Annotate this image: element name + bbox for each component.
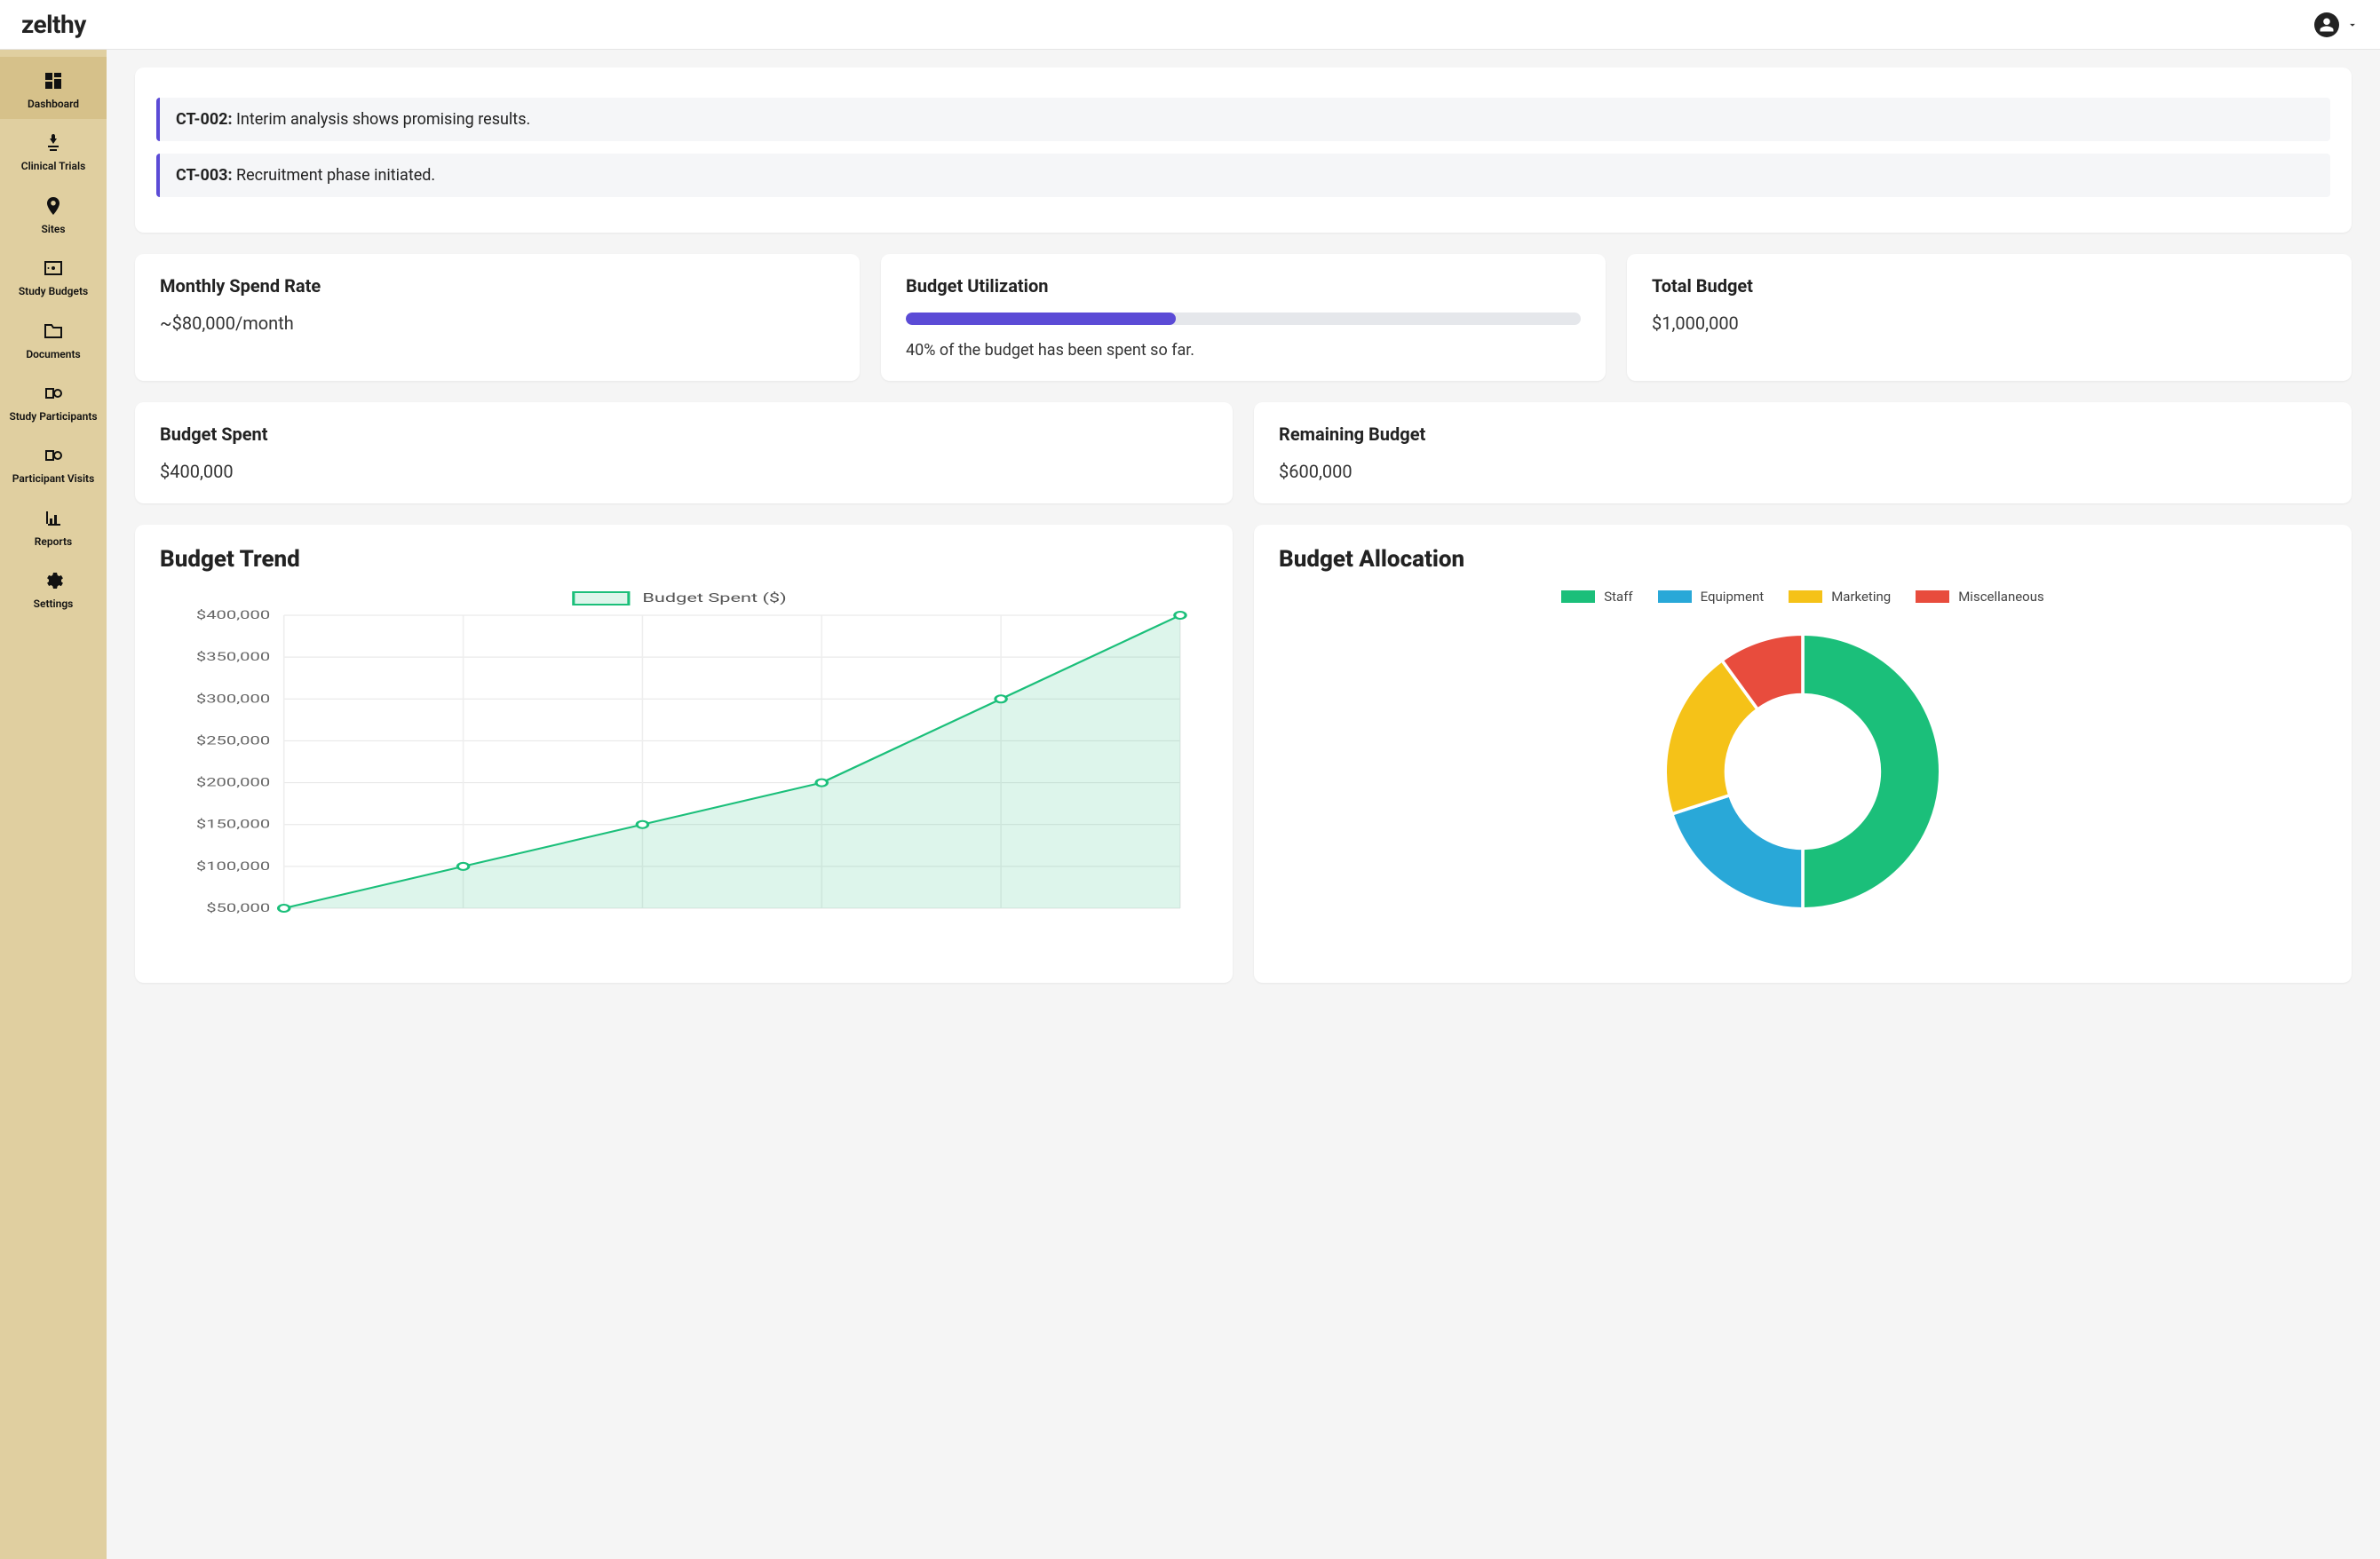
folder-icon [42,320,65,343]
alert-id: CT-003: [176,166,233,185]
card-budget-trend: Budget Trend $50,000 $100,000 $150,000 $200… [135,525,1233,983]
main-content: CT-002: Interim analysis shows promising… [107,0,2380,1033]
sidebar-item-label: Reports [35,535,72,548]
card-budget-utilization: Budget Utilization 40% of the budget has… [881,254,1606,381]
legend-item: Equipment [1658,589,1765,605]
svg-text:$350,000: $350,000 [196,651,270,664]
sidebar-item-label: Clinical Trials [21,160,86,172]
card-title: Budget Spent [160,423,1208,445]
alert-row: CT-003: Recruitment phase initiated. [156,154,2330,197]
sidebar-item-label: Study Budgets [19,285,88,297]
card-total-budget: Total Budget $1,000,000 [1627,254,2352,381]
sidebar-item-settings[interactable]: Settings [0,557,107,619]
chart-title: Budget Trend [160,546,1208,573]
donut-chart: Staff Equipment Marketing Miscellaneous [1279,589,2327,962]
card-budget-allocation: Budget Allocation Staff Equipment Marketin… [1254,525,2352,983]
alert-id: CT-002: [176,110,233,129]
sidebar-item-label: Settings [34,597,74,610]
sidebar: Dashboard Clinical Trials Sites Study Budge… [0,50,107,1559]
charts-row: Budget Trend $50,000 $100,000 $150,000 $200… [135,525,2352,983]
progress-caption: 40% of the budget has been spent so far. [906,341,1581,360]
card-title: Budget Utilization [906,275,1581,297]
card-budget-spent: Budget Spent $400,000 [135,402,1233,503]
topbar: zelthy [0,0,2380,50]
chevron-down-icon [2346,19,2359,31]
visits-icon [42,444,65,467]
sidebar-item-label: Documents [26,348,80,360]
card-remaining-budget: Remaining Budget $600,000 [1254,402,2352,503]
svg-text:$300,000: $300,000 [196,692,270,706]
stats-row-1: Monthly Spend Rate ~$80,000/month Budget… [135,254,2352,381]
alert-row: CT-002: Interim analysis shows promising… [156,98,2330,141]
brand-logo[interactable]: zelthy [21,10,86,39]
progress-fill [906,313,1176,325]
legend-item: Staff [1561,589,1632,605]
dashboard-icon [42,69,65,92]
sidebar-item-dashboard[interactable]: Dashboard [0,57,107,119]
participants-icon [42,382,65,405]
sidebar-item-study-budgets[interactable]: Study Budgets [0,244,107,306]
progress-bar [906,313,1581,325]
line-chart: $50,000 $100,000 $150,000 $200,000 $250,000 $… [160,589,1208,926]
svg-text:$400,000: $400,000 [196,609,270,622]
chart-title: Budget Allocation [1279,546,2327,573]
stats-row-2: Budget Spent $400,000 Remaining Budget $… [135,402,2352,503]
sidebar-item-label: Participant Visits [12,472,95,485]
card-value: $400,000 [160,461,1208,482]
sidebar-item-study-participants[interactable]: Study Participants [0,369,107,431]
sidebar-item-label: Dashboard [28,98,79,110]
sidebar-item-participant-visits[interactable]: Participant Visits [0,431,107,494]
card-value: $1,000,000 [1652,313,2327,334]
alert-text: Interim analysis shows promising results… [236,110,530,129]
card-title: Monthly Spend Rate [160,275,835,297]
card-value: $600,000 [1279,461,2327,482]
sidebar-item-documents[interactable]: Documents [0,307,107,369]
alerts-card: CT-002: Interim analysis shows promising… [135,67,2352,233]
barchart-icon [42,507,65,530]
svg-text:$250,000: $250,000 [196,734,270,748]
money-icon [42,257,65,280]
svg-text:$200,000: $200,000 [196,776,270,789]
card-title: Remaining Budget [1279,423,2327,445]
card-monthly-spend: Monthly Spend Rate ~$80,000/month [135,254,860,381]
sidebar-item-reports[interactable]: Reports [0,495,107,557]
trials-icon [42,131,65,154]
legend-item: Marketing [1789,589,1891,605]
avatar-icon [2314,12,2339,37]
card-title: Total Budget [1652,275,2327,297]
svg-text:$100,000: $100,000 [196,859,270,873]
card-value: ~$80,000/month [160,313,835,334]
svg-text:Budget Spent ($): Budget Spent ($) [642,591,786,605]
sidebar-item-label: Sites [41,223,65,235]
user-menu[interactable] [2314,12,2359,37]
legend-item: Miscellaneous [1916,589,2044,605]
sidebar-item-label: Study Participants [9,410,97,423]
svg-text:$150,000: $150,000 [196,818,270,831]
alert-text: Recruitment phase initiated. [236,166,435,185]
gear-icon [42,569,65,592]
svg-text:$50,000: $50,000 [206,902,270,915]
sidebar-item-sites[interactable]: Sites [0,182,107,244]
sidebar-item-clinical-trials[interactable]: Clinical Trials [0,119,107,181]
location-icon [42,194,65,218]
